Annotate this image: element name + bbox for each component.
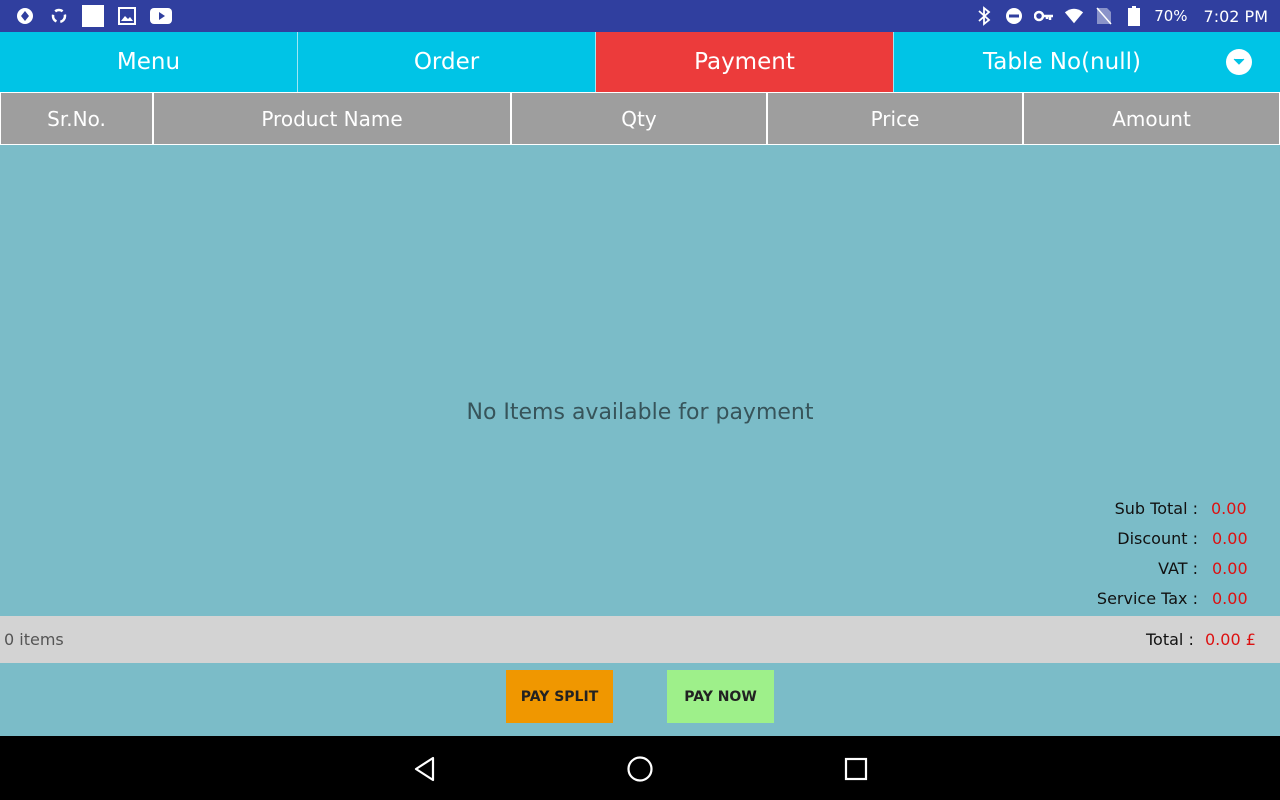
empty-message: No Items available for payment <box>466 400 814 425</box>
tab-label: Menu <box>116 49 181 75</box>
subtotal-label: Sub Total : <box>1114 499 1198 518</box>
column-header-product-name[interactable]: Product Name <box>154 93 510 144</box>
dnd-icon <box>1004 6 1024 26</box>
table-selector[interactable]: Table No(null) <box>894 32 1280 92</box>
back-icon[interactable] <box>410 754 440 784</box>
vat-value: 0.00 <box>1212 559 1248 578</box>
tab-menu[interactable]: Menu <box>0 32 298 92</box>
service-tax-row: Service Tax : 0.00 <box>880 589 1280 611</box>
discount-value: 0.00 <box>1212 529 1248 548</box>
home-icon[interactable] <box>625 754 655 784</box>
battery-level: 70% <box>1154 7 1188 25</box>
vpn-key-icon <box>1034 6 1054 26</box>
column-header-sr-no[interactable]: Sr.No. <box>1 93 152 144</box>
total-label: Total : <box>1146 630 1194 649</box>
pay-split-button[interactable]: PAY SPLIT <box>506 670 613 723</box>
column-header-amount[interactable]: Amount <box>1024 93 1279 144</box>
wifi-icon <box>1064 6 1084 26</box>
discount-row: Discount : 0.00 <box>880 529 1280 551</box>
blank-square-icon <box>82 5 104 27</box>
service-tax-label: Service Tax : <box>1096 589 1198 608</box>
table-number-label: Table No(null) <box>983 49 1141 75</box>
tab-label: Order <box>413 49 480 75</box>
column-header-qty[interactable]: Qty <box>512 93 766 144</box>
status-bar: 70% 7:02 PM <box>0 0 1280 32</box>
discount-label: Discount : <box>1117 529 1198 548</box>
battery-icon <box>1124 6 1144 26</box>
notification-icons <box>14 5 172 27</box>
vat-label: VAT : <box>1158 559 1198 578</box>
summary-bar: 0 items Total : 0.00 £ <box>0 616 1280 663</box>
tab-payment[interactable]: Payment <box>596 32 894 92</box>
subtotal-row: Sub Total : 0.00 <box>880 499 1280 521</box>
no-sim-icon <box>1094 6 1114 26</box>
subtotal-value: 0.00 <box>1211 499 1247 518</box>
bluetooth-icon <box>974 6 994 26</box>
items-count: 0 items <box>4 630 64 649</box>
youtube-icon <box>150 5 172 27</box>
service-tax-value: 0.00 <box>1212 589 1248 608</box>
total-value: 0.00 £ <box>1205 630 1256 649</box>
tab-order[interactable]: Order <box>298 32 596 92</box>
column-header-price[interactable]: Price <box>768 93 1022 144</box>
clock: 7:02 PM <box>1203 6 1268 26</box>
table-header: Sr.No. Product Name Qty Price Amount <box>0 92 1280 145</box>
sync-icon <box>48 5 70 27</box>
chevron-down-icon[interactable] <box>1226 49 1252 75</box>
vat-row: VAT : 0.00 <box>880 559 1280 581</box>
navigation-bar <box>0 736 1280 800</box>
gallery-icon <box>116 5 138 27</box>
pay-now-button[interactable]: PAY NOW <box>667 670 774 723</box>
app-icon <box>14 5 36 27</box>
system-status: 70% 7:02 PM <box>974 0 1268 32</box>
recent-apps-icon[interactable] <box>841 754 871 784</box>
tab-bar: Menu Order Payment Table No(null) <box>0 32 1280 92</box>
tab-label: Payment <box>694 49 795 75</box>
